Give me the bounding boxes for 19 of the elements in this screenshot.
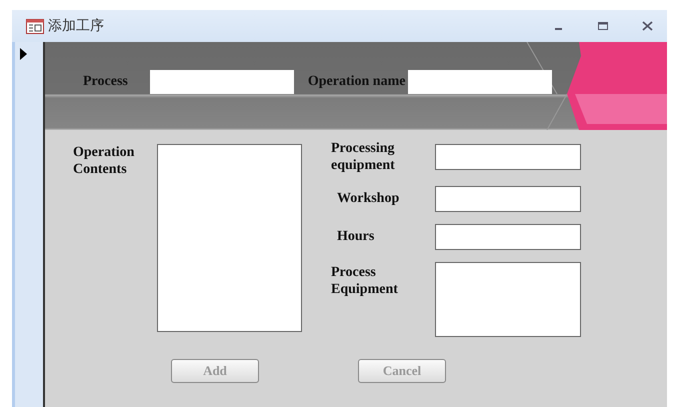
field-label: Operation Contents xyxy=(73,144,136,178)
input-field[interactable] xyxy=(435,186,581,212)
text-area[interactable] xyxy=(435,262,581,337)
field-label: Workshop xyxy=(336,190,400,207)
current-record-icon xyxy=(20,48,27,60)
input-field[interactable] xyxy=(435,224,581,250)
form-icon xyxy=(26,18,44,34)
text-area[interactable] xyxy=(157,144,302,332)
field-label: Operation name xyxy=(308,74,406,90)
field-label: Hours xyxy=(336,228,376,245)
close-icon[interactable] xyxy=(642,21,653,31)
field-label: Process xyxy=(83,74,128,90)
field-label: Processing equipment xyxy=(331,140,396,174)
window-title: 添加工序 xyxy=(48,17,104,35)
input-field[interactable] xyxy=(150,70,294,94)
input-field[interactable] xyxy=(435,144,581,170)
input-field[interactable] xyxy=(408,70,552,94)
field-label: Process Equipment xyxy=(331,264,399,298)
maximize-icon[interactable] xyxy=(598,21,608,31)
